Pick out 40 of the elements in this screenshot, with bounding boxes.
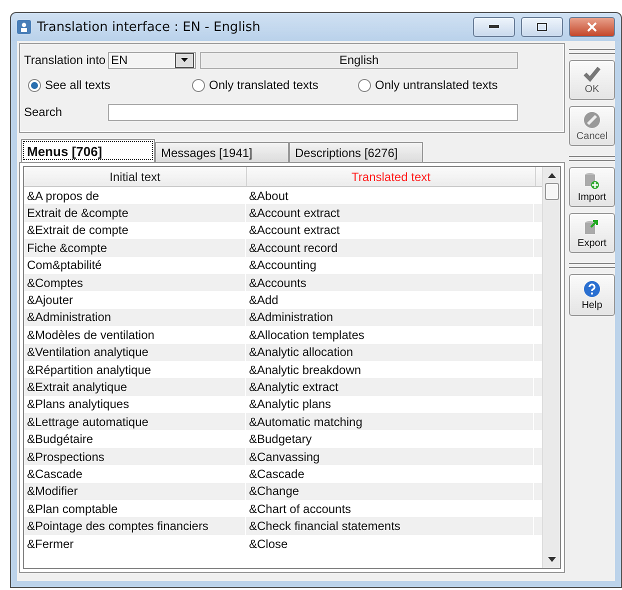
window-title: Translation interface : EN - English xyxy=(37,20,262,34)
tab[interactable]: Messages [1941] xyxy=(155,142,289,162)
help-icon xyxy=(583,280,601,298)
language-dropdown[interactable]: EN xyxy=(108,52,196,68)
prohibited-icon xyxy=(583,110,601,128)
language-name-field: English xyxy=(200,52,518,68)
table-cell: &Fermer xyxy=(24,534,246,552)
database-arrow-icon xyxy=(584,218,600,236)
filter-radio[interactable]: Only untranslated texts xyxy=(358,78,538,92)
scrollbar-thumb[interactable] xyxy=(544,183,558,200)
column-header[interactable]: Initial text xyxy=(24,167,247,186)
help-button[interactable]: Help xyxy=(569,274,615,316)
filter-radio[interactable]: See all texts xyxy=(24,78,192,92)
check-icon xyxy=(583,66,601,82)
filter-radio[interactable]: Only translated texts xyxy=(192,78,358,92)
tab[interactable]: Descriptions [6276] xyxy=(289,142,423,162)
database-plus-icon xyxy=(584,172,600,190)
filter-label: Only translated texts xyxy=(209,78,318,92)
import-button[interactable]: Import xyxy=(569,167,615,207)
translation-label: Translation into xyxy=(24,53,107,67)
scroll-up-icon xyxy=(548,173,556,178)
app-icon xyxy=(17,20,31,34)
filter-label: Only untranslated texts xyxy=(375,78,498,92)
close-button[interactable] xyxy=(569,17,615,37)
minimize-button[interactable] xyxy=(473,17,515,37)
maximize-icon xyxy=(537,23,547,31)
filter-label: See all texts xyxy=(45,78,110,92)
cancel-button[interactable]: Cancel xyxy=(569,106,615,146)
maximize-button[interactable] xyxy=(521,17,563,37)
export-button[interactable]: Export xyxy=(569,213,615,253)
search-label: Search xyxy=(24,105,64,119)
caret-icon xyxy=(181,58,188,62)
table-cell: &Close xyxy=(246,534,534,552)
tab[interactable]: Menus [706] xyxy=(21,139,155,162)
ok-button[interactable]: OK xyxy=(569,60,615,100)
scrollbar[interactable] xyxy=(542,167,560,568)
close-icon xyxy=(587,22,597,32)
search-field[interactable] xyxy=(108,104,518,120)
scroll-down-icon xyxy=(548,557,556,562)
minimize-icon xyxy=(489,25,499,29)
